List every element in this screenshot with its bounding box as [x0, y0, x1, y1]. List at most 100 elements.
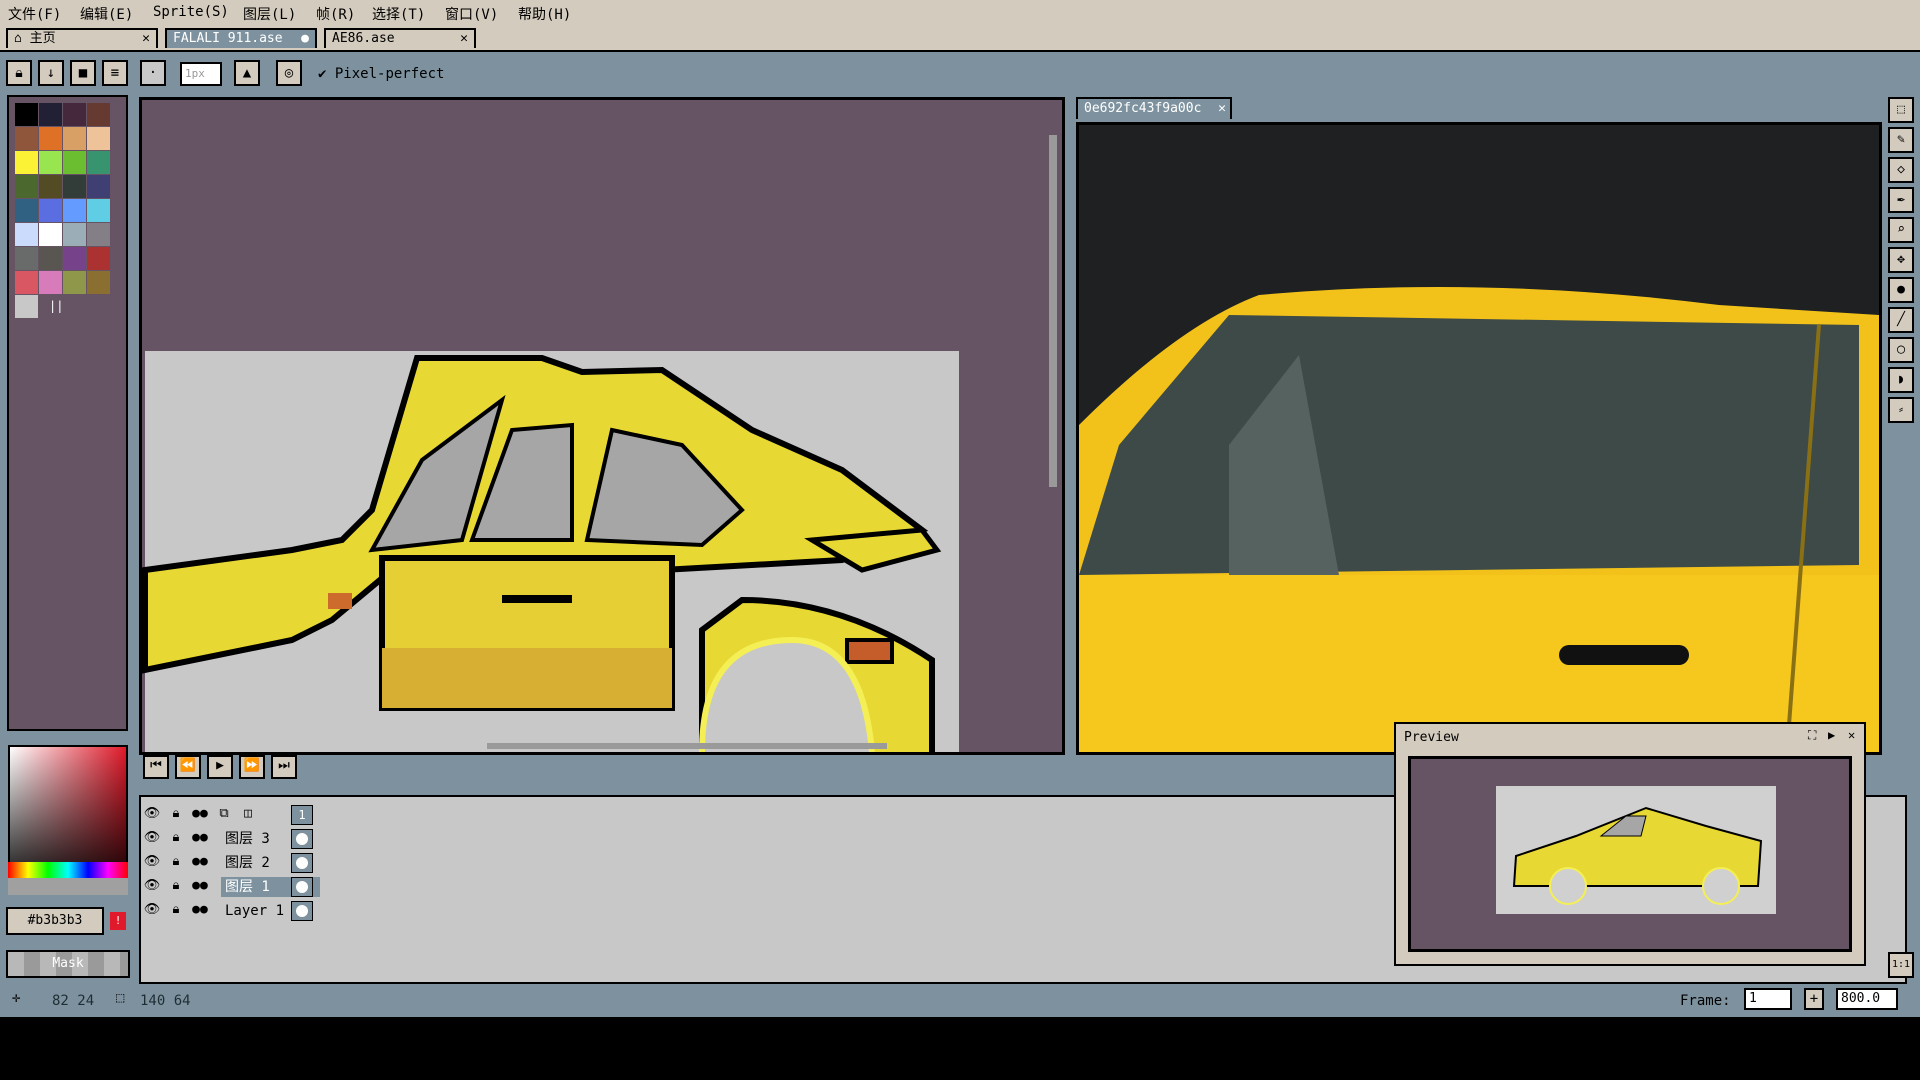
palette-resize-handle[interactable]: || — [49, 299, 63, 313]
palette-swatch[interactable] — [87, 127, 110, 150]
mask-color-button[interactable]: Mask — [6, 950, 130, 978]
brush-shape-button[interactable]: · — [140, 60, 166, 86]
blur-icon[interactable]: ⸗ — [1888, 397, 1914, 423]
modified-dot-icon[interactable]: ● — [301, 30, 309, 48]
continuous-icon[interactable]: ●● — [191, 829, 209, 847]
palette-swatch[interactable] — [87, 103, 110, 126]
editor-canvas[interactable] — [139, 97, 1065, 755]
layer-row[interactable]: 👁︎ 🔒︎ ●● 图层 1 — [143, 875, 320, 897]
eye-icon[interactable]: 👁︎ — [143, 805, 161, 823]
palette-swatch[interactable] — [39, 127, 62, 150]
square-brush-button[interactable]: ■ — [70, 60, 96, 86]
palette-swatch[interactable] — [63, 127, 86, 150]
palette-swatch[interactable] — [15, 271, 38, 294]
selection-icon[interactable]: ⬚ — [1888, 97, 1914, 123]
palette-swatch[interactable] — [15, 199, 38, 222]
frame-input[interactable]: 1 — [1744, 988, 1792, 1010]
hue-slider[interactable] — [8, 862, 128, 878]
palette-swatch[interactable] — [15, 175, 38, 198]
menu-help[interactable]: 帮助(H) — [518, 4, 571, 24]
tab-reference-image[interactable]: 0e692fc43f9a00c ✕ — [1076, 97, 1232, 119]
menu-layer[interactable]: 图层(L) — [243, 4, 296, 24]
layer-row[interactable]: 👁︎ 🔒︎ ●● 图层 2 — [143, 851, 313, 873]
layers-icon[interactable]: ⧉ — [215, 805, 233, 823]
eye-icon[interactable]: 👁︎ — [143, 853, 161, 871]
download-button[interactable]: ↓ — [38, 60, 64, 86]
palette-swatch[interactable] — [15, 295, 38, 318]
expand-icon[interactable]: ⛶ — [1808, 728, 1816, 743]
palette-swatch[interactable] — [39, 223, 62, 246]
palette-swatch[interactable] — [63, 247, 86, 270]
palette-swatch[interactable] — [87, 175, 110, 198]
continuous-icon[interactable]: ●● — [191, 901, 209, 919]
move-icon[interactable]: ✥ — [1888, 247, 1914, 273]
close-icon[interactable]: ✕ — [1848, 728, 1855, 742]
eraser-icon[interactable]: ◇ — [1888, 157, 1914, 183]
line-icon[interactable]: ╱ — [1888, 307, 1914, 333]
eye-icon[interactable]: 👁︎ — [143, 877, 161, 895]
palette-swatch[interactable] — [63, 271, 86, 294]
continuous-icon[interactable]: ●● — [191, 877, 209, 895]
eyedropper-icon[interactable]: ✒ — [1888, 187, 1914, 213]
onion-skin-icon[interactable]: ◫ — [239, 805, 257, 823]
play-icon[interactable]: ▶ — [207, 755, 233, 779]
palette-swatch[interactable] — [87, 199, 110, 222]
menu-lines-button[interactable]: ≡ — [102, 60, 128, 86]
contour-icon[interactable]: ◗ — [1888, 367, 1914, 393]
zoom-icon[interactable]: ⌕ — [1888, 217, 1914, 243]
vertical-scrollbar[interactable] — [1049, 135, 1057, 487]
palette-swatch[interactable] — [15, 127, 38, 150]
warning-icon[interactable]: ! — [110, 912, 126, 930]
palette-swatch[interactable] — [15, 223, 38, 246]
prev-frame-icon[interactable]: ⏪ — [175, 755, 201, 779]
tab-falali-911[interactable]: FALALI 911.ase ● — [165, 28, 317, 48]
opacity-button[interactable]: ◎ — [276, 60, 302, 86]
layer-row[interactable]: 👁︎ 🔒︎ ●● Layer 1 — [143, 899, 313, 921]
palette-swatch[interactable] — [63, 103, 86, 126]
palette-swatch[interactable] — [15, 247, 38, 270]
pencil-icon[interactable]: ✎ — [1888, 127, 1914, 153]
cel[interactable] — [291, 877, 313, 897]
palette-swatch[interactable] — [87, 247, 110, 270]
palette-swatch[interactable] — [39, 151, 62, 174]
add-frame-icon[interactable]: + — [1804, 988, 1824, 1010]
palette-swatch[interactable] — [39, 271, 62, 294]
menu-view[interactable]: 窗口(V) — [445, 4, 498, 24]
palette-swatch[interactable] — [39, 199, 62, 222]
palette-swatch[interactable] — [87, 151, 110, 174]
ellipse-icon[interactable]: ◯ — [1888, 337, 1914, 363]
play-icon[interactable]: ▶ — [1828, 728, 1835, 742]
close-icon[interactable]: ✕ — [460, 30, 468, 48]
brush-size-input[interactable]: 1px — [180, 62, 222, 86]
horizontal-scrollbar[interactable] — [487, 743, 887, 749]
palette-swatch[interactable] — [87, 223, 110, 246]
palette-swatch[interactable] — [87, 271, 110, 294]
palette-swatch[interactable] — [39, 247, 62, 270]
ink-button[interactable]: ▲ — [234, 60, 260, 86]
lock-icon[interactable]: 🔒︎ — [167, 877, 185, 895]
cel[interactable] — [291, 853, 313, 873]
continuous-icon[interactable]: ●● — [191, 853, 209, 871]
lock-icon[interactable]: 🔒︎ — [167, 829, 185, 847]
last-frame-icon[interactable]: ⏭ — [271, 755, 297, 779]
first-frame-icon[interactable]: ⏮ — [143, 755, 169, 779]
palette-swatch[interactable] — [63, 151, 86, 174]
eye-icon[interactable]: 👁︎ — [143, 901, 161, 919]
continuous-icon[interactable]: ●● — [191, 805, 209, 823]
actual-size-button[interactable]: 1:1 — [1888, 952, 1914, 978]
fill-icon[interactable]: ● — [1888, 277, 1914, 303]
lock-alpha-button[interactable]: 🔒︎ — [6, 60, 32, 86]
tab-ae86[interactable]: AE86.ase ✕ — [324, 28, 476, 48]
lock-icon[interactable]: 🔒︎ — [167, 853, 185, 871]
menu-edit[interactable]: 编辑(E) — [80, 4, 133, 24]
lock-icon[interactable]: 🔒︎ — [167, 805, 185, 823]
palette-swatch[interactable] — [39, 103, 62, 126]
cel[interactable] — [291, 829, 313, 849]
close-icon[interactable]: ✕ — [142, 30, 150, 48]
cel[interactable] — [291, 901, 313, 921]
palette-swatch[interactable] — [63, 175, 86, 198]
pixel-perfect-checkbox[interactable]: ✔ Pixel-perfect — [318, 66, 444, 82]
alpha-slider[interactable] — [8, 878, 128, 895]
palette-swatch[interactable] — [15, 151, 38, 174]
next-frame-icon[interactable]: ⏩ — [239, 755, 265, 779]
